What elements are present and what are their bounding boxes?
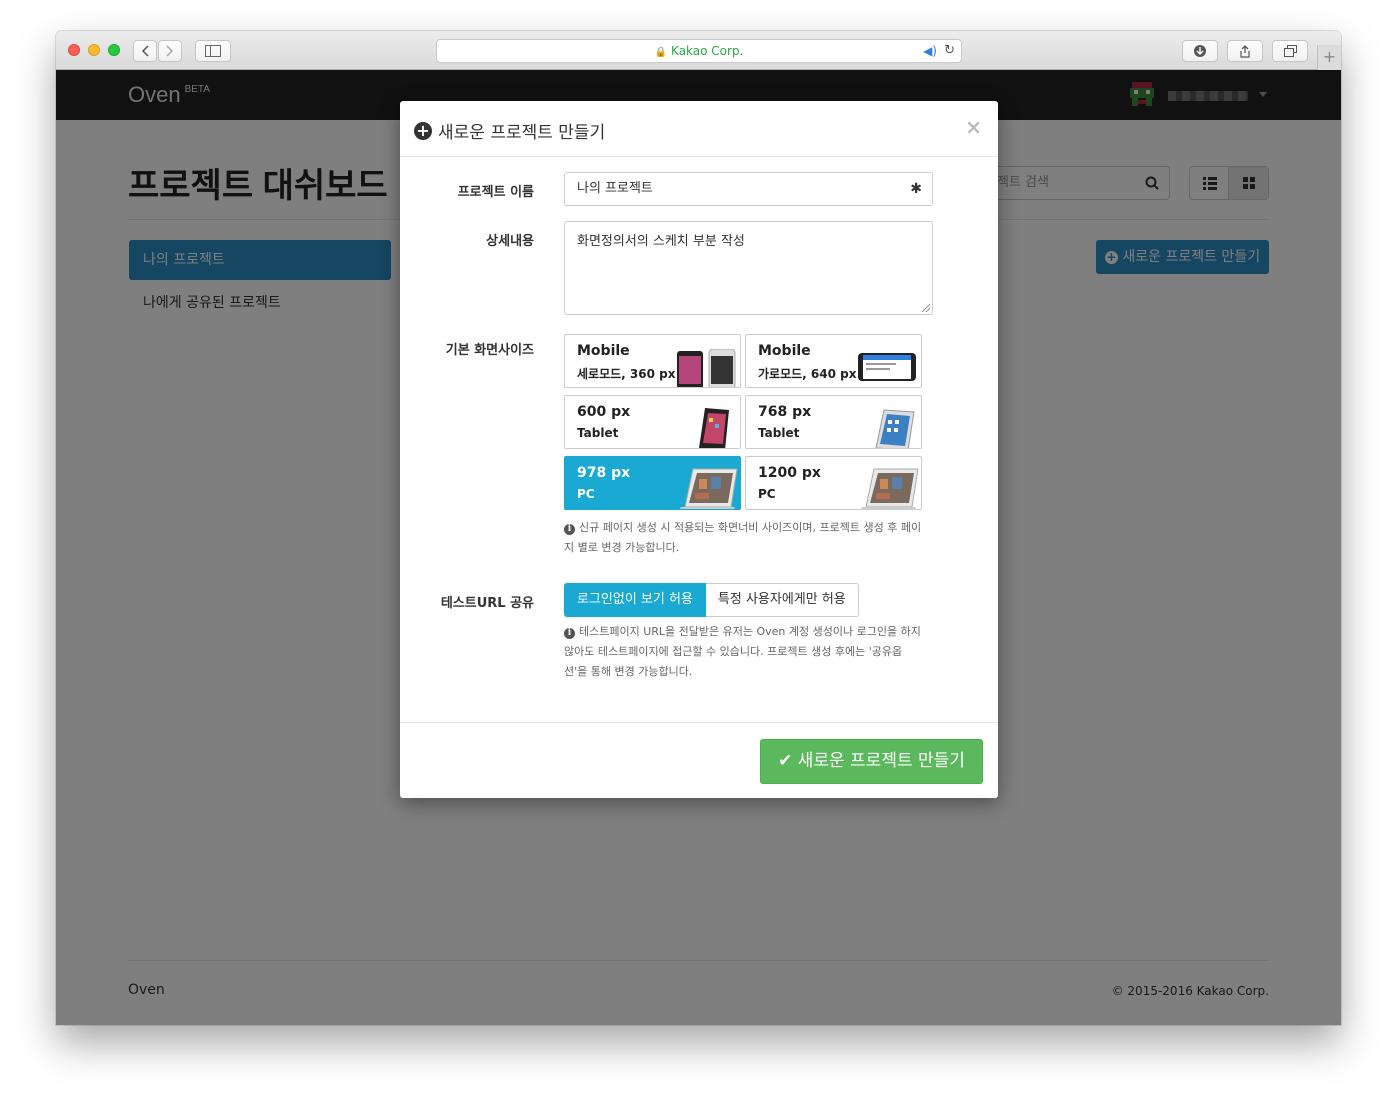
- size-option-subtitle: PC: [577, 487, 595, 501]
- downloads-button[interactable]: [1182, 40, 1218, 62]
- chevron-left-icon: [141, 45, 149, 57]
- share-option-specific-users[interactable]: 특정 사용자에게만 허용: [705, 583, 859, 617]
- description-textarea[interactable]: 화면정의서의 스케치 부분 작성: [564, 221, 933, 315]
- size-option-title: Mobile: [577, 343, 630, 359]
- size-option-mobile-portrait[interactable]: Mobile 세로모드, 360 px: [564, 334, 741, 388]
- modal-title-text: 새로운 프로젝트 만들기: [438, 123, 606, 143]
- help-text: 지 별로 변경 가능합니다.: [564, 541, 680, 554]
- info-icon: i: [564, 524, 575, 535]
- size-option-subtitle: Tablet: [577, 426, 619, 440]
- close-window-button[interactable]: [68, 44, 80, 56]
- laptop-icon: [680, 468, 738, 509]
- size-option-title: 1200 px: [758, 465, 821, 481]
- help-text: 신규 페이지 생성 시 적용되는 화면너비 사이즈이며, 프로젝트 생성 후 페…: [579, 521, 922, 534]
- size-option-mobile-landscape[interactable]: Mobile 가로모드, 640 px: [745, 334, 922, 388]
- help-text: 테스트페이지 URL을 전달받은 유저는 Oven 계정 생성이나 로그인을 하…: [579, 625, 921, 638]
- description-label: 상세내용: [486, 234, 534, 249]
- sidebar-toggle-button[interactable]: [195, 40, 231, 62]
- minimize-window-button[interactable]: [88, 44, 100, 56]
- resize-grip-icon[interactable]: [922, 304, 930, 312]
- share-button[interactable]: [1227, 40, 1263, 62]
- download-icon: [1194, 45, 1206, 57]
- forward-button[interactable]: [158, 40, 182, 62]
- browser-window: 🔒Kakao Corp. ◀) ↻ + OvenBETA: [56, 31, 1341, 1025]
- help-text: 않아도 테스트페이지에 접근할 수 있습니다. 프로젝트 생성 후에는 '공유옵: [564, 645, 903, 658]
- address-text: Kakao Corp.: [671, 44, 744, 58]
- page: OvenBETA 프로젝트 대쉬보드 젝트 검색: [56, 70, 1341, 1025]
- size-option-978-pc[interactable]: 978 px PC: [564, 456, 741, 510]
- test-url-share-label: 테스트URL 공유: [440, 596, 534, 611]
- close-modal-button[interactable]: ×: [965, 115, 982, 139]
- lock-icon: 🔒: [654, 47, 668, 58]
- share-option-group: 로그인없이 보기 허용 특정 사용자에게만 허용: [564, 583, 859, 617]
- size-option-title: 978 px: [577, 465, 631, 481]
- help-line: i 테스트페이지 URL을 전달받은 유저는 Oven 계정 생성이나 로그인을 …: [564, 622, 936, 642]
- help-line: 않아도 테스트페이지에 접근할 수 있습니다. 프로젝트 생성 후에는 '공유옵: [564, 642, 936, 662]
- info-icon: i: [564, 628, 575, 639]
- description-value: 화면정의서의 스케치 부분 작성: [577, 234, 745, 249]
- create-project-submit-button[interactable]: ✔ 새로운 프로젝트 만들기: [760, 739, 983, 784]
- size-option-subtitle: 가로모드, 640 px: [758, 367, 857, 381]
- size-option-subtitle: 세로모드, 360 px: [577, 367, 676, 381]
- browser-toolbar: 🔒 Kakao Corp. ◀) ↻ +: [56, 31, 1341, 70]
- size-option-600-tablet[interactable]: 600 px Tablet: [564, 395, 741, 449]
- size-option-subtitle: PC: [758, 487, 776, 501]
- project-name-input[interactable]: 나의 프로젝트 ✱: [564, 172, 933, 206]
- tabs-icon: [1283, 45, 1297, 57]
- size-option-title: Mobile: [758, 343, 811, 359]
- project-name-value: 나의 프로젝트: [577, 181, 653, 196]
- size-option-title: 768 px: [758, 404, 812, 420]
- tabs-overview-button[interactable]: [1272, 40, 1308, 62]
- modal-footer: ✔ 새로운 프로젝트 만들기: [400, 722, 998, 798]
- reload-icon[interactable]: ↻: [944, 40, 955, 62]
- required-asterisk-icon: ✱: [910, 181, 922, 197]
- size-option-subtitle: Tablet: [758, 426, 800, 440]
- size-option-title: 600 px: [577, 404, 631, 420]
- back-button[interactable]: [133, 40, 157, 62]
- help-line: 지 별로 변경 가능합니다.: [564, 538, 936, 558]
- chevron-right-icon: [166, 45, 174, 57]
- tablet-large-icon: [875, 409, 915, 448]
- share-icon: [1240, 45, 1250, 58]
- address-bar[interactable]: 🔒 Kakao Corp. ◀) ↻: [436, 39, 962, 63]
- tablet-small-icon: [699, 408, 729, 448]
- help-text: 션'을 통해 변경 가능합니다.: [564, 665, 693, 678]
- help-line: 션'을 통해 변경 가능합니다.: [564, 662, 936, 682]
- phone-portrait-icon: [677, 349, 736, 387]
- screen-size-label: 기본 화면사이즈: [445, 343, 534, 358]
- checkmark-icon: ✔: [778, 751, 793, 771]
- zoom-window-button[interactable]: [108, 44, 120, 56]
- help-line: i 신규 페이지 생성 시 적용되는 화면너비 사이즈이며, 프로젝트 생성 후 …: [564, 518, 936, 538]
- share-help: i 테스트페이지 URL을 전달받은 유저는 Oven 계정 생성이나 로그인을 …: [564, 622, 936, 682]
- size-option-768-tablet[interactable]: 768 px Tablet: [745, 395, 922, 449]
- phone-landscape-icon: [858, 353, 916, 381]
- screen-size-help: i 신규 페이지 생성 시 적용되는 화면너비 사이즈이며, 프로젝트 생성 후 …: [564, 518, 936, 558]
- new-project-modal: + 새로운 프로젝트 만들기 × 프로젝트 이름 나의 프로젝트 ✱ 상세내용 …: [400, 101, 998, 798]
- plus-circle-icon: +: [414, 121, 432, 140]
- sidebar-icon: [205, 45, 221, 57]
- laptop-icon: [861, 468, 919, 509]
- new-tab-button[interactable]: +: [1317, 45, 1341, 70]
- project-name-label: 프로젝트 이름: [457, 185, 534, 200]
- modal-title: + 새로운 프로젝트 만들기: [414, 118, 605, 143]
- submit-label: 새로운 프로젝트 만들기: [797, 751, 965, 771]
- size-option-1200-pc[interactable]: 1200 px PC: [745, 456, 922, 510]
- speaker-icon[interactable]: ◀): [923, 40, 937, 62]
- modal-header: + 새로운 프로젝트 만들기 ×: [400, 101, 998, 157]
- share-option-no-login[interactable]: 로그인없이 보기 허용: [564, 583, 706, 617]
